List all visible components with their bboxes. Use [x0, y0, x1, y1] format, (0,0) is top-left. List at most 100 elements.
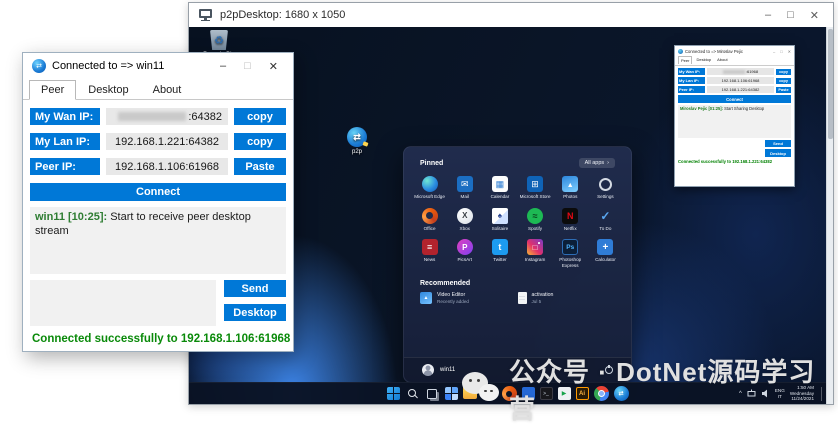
tab-desktop[interactable]: Desktop — [694, 56, 713, 64]
vertical-scrollbar[interactable] — [826, 27, 833, 404]
task-view-icon[interactable] — [425, 386, 440, 401]
start-app-spotify[interactable]: Spotify — [518, 206, 553, 234]
p2p-logo-icon: ⇄ — [347, 127, 367, 147]
minimize-button[interactable]: – — [773, 49, 775, 54]
close-button[interactable]: ✕ — [269, 60, 278, 73]
connect-button[interactable]: Connect — [678, 95, 791, 103]
close-button[interactable]: ✕ — [788, 49, 791, 54]
network-icon[interactable] — [747, 389, 756, 398]
calendar-icon — [492, 176, 508, 192]
tray-chevron-icon[interactable]: ^ — [739, 391, 742, 397]
connect-button[interactable]: Connect — [30, 183, 286, 201]
tab-about[interactable]: About — [715, 56, 729, 64]
my-wan-ip-field[interactable]: :64382 — [106, 108, 228, 125]
my-wan-ip-label: My Wan IP: — [678, 68, 705, 75]
tab-peer[interactable]: Peer — [678, 56, 692, 64]
log-area[interactable]: win11 [10:25]: Start to receive peer des… — [30, 207, 286, 274]
remote-dialog-titlebar[interactable]: Connected to => Miroslav Pejic – □ ✕ — [675, 46, 794, 56]
copy-wan-button[interactable]: copy — [234, 108, 286, 125]
start-app-photos[interactable]: Photos — [553, 174, 588, 202]
start-app-calculator[interactable]: Calculator — [588, 237, 623, 270]
start-app-to-do[interactable]: To Do — [588, 206, 623, 234]
copy-button[interactable]: copy — [776, 78, 791, 84]
taskbar-clock[interactable]: 1:50 AM Wednesday 11/24/2021 — [790, 385, 814, 402]
photos-icon — [562, 176, 578, 192]
start-app-microsoft-edge[interactable]: Microsoft Edge — [412, 174, 447, 202]
xbox-icon — [457, 208, 473, 224]
peer-ip-value[interactable]: 192.168.1.221:64382 — [707, 86, 774, 93]
office-icon[interactable] — [502, 386, 517, 401]
copy-lan-button[interactable]: copy — [234, 133, 286, 150]
start-app-twitter[interactable]: Twitter — [482, 237, 517, 270]
language-indicator[interactable]: ENG IT — [775, 388, 785, 399]
maximize-button[interactable]: □ — [244, 60, 251, 73]
start-app-news[interactable]: News — [412, 237, 447, 270]
minimize-button[interactable]: – — [765, 9, 771, 22]
connected-dialog: ⇄ Connected to => win11 – □ ✕ Peer Deskt… — [22, 52, 294, 352]
my-lan-ip-field[interactable]: 192.168.1.221:64382 — [106, 133, 228, 150]
start-app-settings[interactable]: Settings — [588, 174, 623, 202]
start-app-photoshop-express[interactable]: Photoshop Express — [553, 237, 588, 270]
tab-peer[interactable]: Peer — [29, 80, 76, 100]
system-tray[interactable]: ^ ENG IT 1:50 AM Wednesday 11/24/2021 — [739, 383, 823, 404]
p2p-taskbar-icon[interactable] — [614, 386, 629, 401]
paste-button[interactable]: Paste — [776, 87, 791, 93]
copy-button[interactable]: copy — [776, 69, 791, 75]
start-app-xbox[interactable]: Xbox — [447, 206, 482, 234]
photoshop-express-icon — [562, 239, 578, 255]
start-app-microsoft-store[interactable]: Microsoft Store — [518, 174, 553, 202]
media-player-icon[interactable] — [558, 387, 571, 400]
edge-icon[interactable] — [482, 386, 497, 401]
recycle-bin-icon: ♻ — [210, 30, 228, 50]
instagram-icon — [527, 239, 543, 255]
main-titlebar[interactable]: p2pDesktop: 1680 x 1050 – □ ✕ — [189, 3, 833, 27]
tab-about[interactable]: About — [141, 80, 194, 100]
desktop-button[interactable]: Desktop — [765, 149, 791, 156]
show-desktop-button[interactable] — [821, 387, 823, 401]
dialog-titlebar[interactable]: ⇄ Connected to => win11 – □ ✕ — [23, 53, 293, 79]
peer-ip-field[interactable]: 192.168.1.106:61968 — [106, 158, 228, 175]
recommended-item-video-editor[interactable]: ▲ Video Editor Recently added — [420, 292, 518, 305]
p2p-app-icon: ⇄ — [32, 59, 46, 73]
gear-icon — [597, 176, 613, 192]
p2p-app-icon — [678, 49, 683, 54]
start-button-icon[interactable] — [387, 387, 400, 400]
my-wan-ip-value[interactable]: :61968 — [707, 68, 774, 75]
user-avatar[interactable] — [422, 364, 434, 376]
message-input[interactable] — [30, 280, 216, 326]
send-button[interactable]: Send — [224, 280, 286, 297]
app-icon[interactable] — [522, 387, 535, 400]
illustrator-icon[interactable] — [576, 387, 589, 400]
chrome-icon[interactable] — [594, 386, 609, 401]
taskbar: ^ ENG IT 1:50 AM Wednesday 11/24/2021 — [189, 382, 826, 404]
desktop-button[interactable]: Desktop — [224, 304, 286, 321]
terminal-icon[interactable] — [540, 387, 553, 400]
start-app-mail[interactable]: Mail — [447, 174, 482, 202]
peer-ip-label: Peer IP: — [30, 158, 100, 175]
search-icon[interactable] — [405, 386, 420, 401]
close-button[interactable]: ✕ — [810, 9, 819, 22]
start-app-netflix[interactable]: Netflix — [553, 206, 588, 234]
log-area[interactable]: Miroslav Pejic [01:25]: Start Sharing De… — [678, 105, 791, 138]
minimize-button[interactable]: – — [220, 60, 226, 73]
start-app-calendar[interactable]: Calendar — [482, 174, 517, 202]
maximize-button[interactable]: □ — [787, 9, 794, 22]
start-app-office[interactable]: Office — [412, 206, 447, 234]
volume-icon[interactable] — [761, 389, 770, 398]
paste-button[interactable]: Paste — [234, 158, 286, 175]
username: win11 — [440, 367, 455, 373]
power-icon[interactable] — [605, 366, 613, 374]
maximize-button[interactable]: □ — [780, 49, 782, 54]
recommended-item-activation[interactable]: activation Jul 5 — [518, 292, 616, 305]
widgets-icon[interactable] — [445, 387, 458, 400]
start-app-solitaire[interactable]: Solitaire — [482, 206, 517, 234]
start-app-instagram[interactable]: Instagram — [518, 237, 553, 270]
file-explorer-icon[interactable] — [463, 388, 477, 399]
send-button[interactable]: Send — [765, 140, 791, 147]
tab-desktop[interactable]: Desktop — [76, 80, 140, 100]
desktop-icon-p2p[interactable]: ⇄ p2p — [331, 127, 383, 155]
all-apps-button[interactable]: All apps › — [579, 158, 615, 168]
scrollbar-thumb[interactable] — [828, 29, 833, 139]
my-lan-ip-value[interactable]: 192.168.1.106:61968 — [707, 77, 774, 84]
start-app-picsart[interactable]: PicsArt — [447, 237, 482, 270]
